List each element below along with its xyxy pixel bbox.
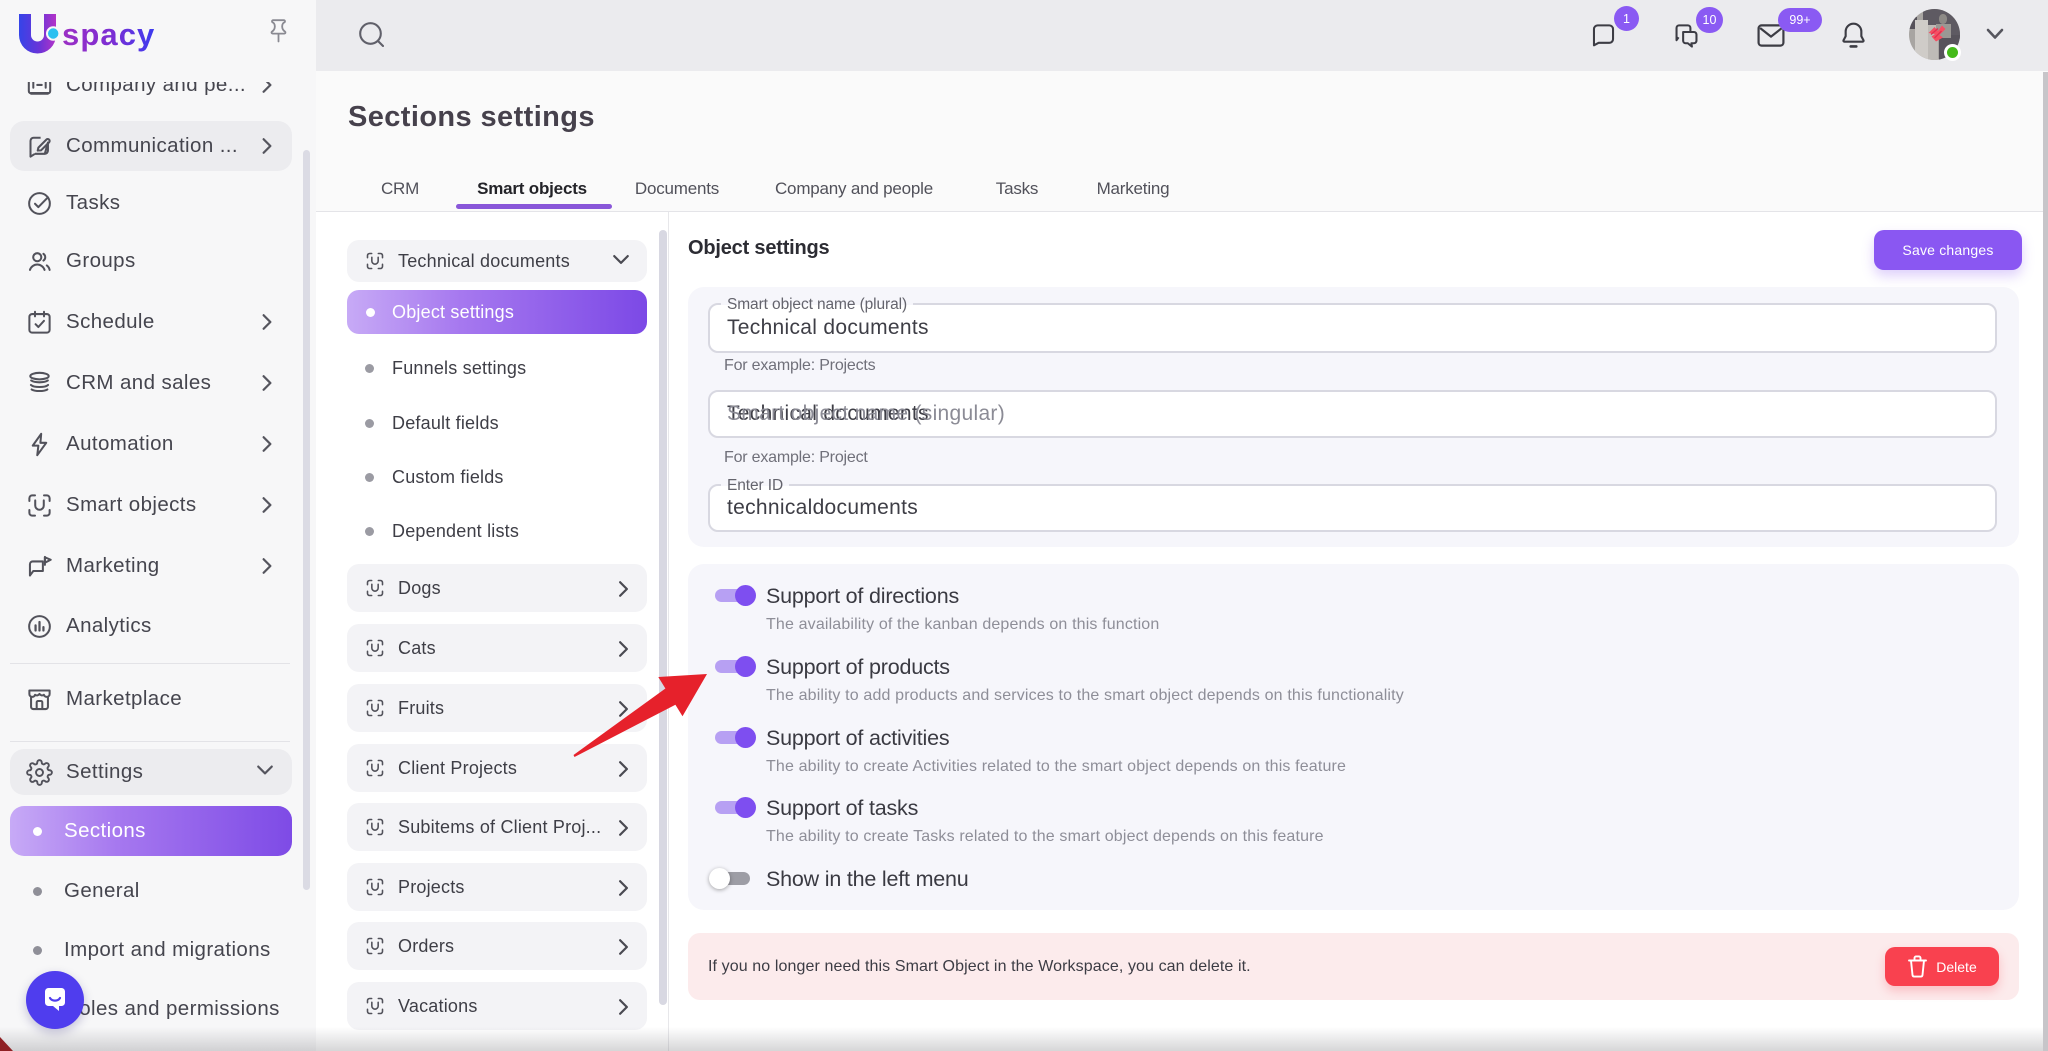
svg-text:spacy: spacy xyxy=(62,17,155,52)
